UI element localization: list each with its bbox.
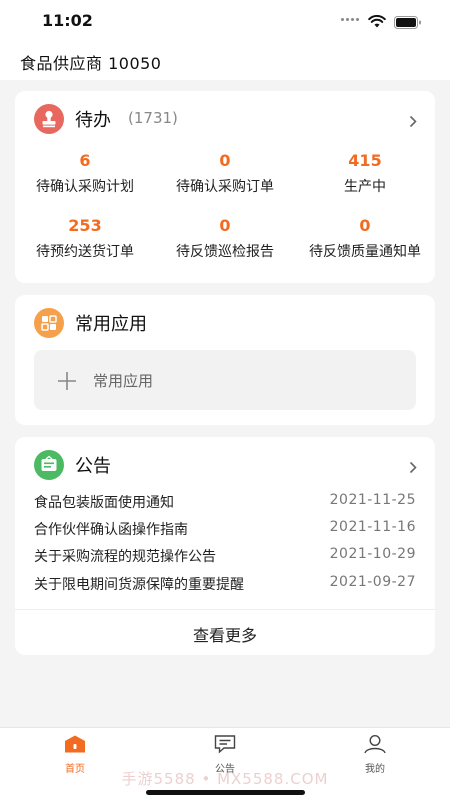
apps-card: 常用应用 常用应用 — [15, 295, 435, 425]
notice-board-icon — [34, 450, 64, 480]
notice-item-date: 2021-11-25 — [329, 492, 416, 508]
supplier-title: 食品供应商 10050 — [20, 54, 162, 73]
stat-label: 待反馈巡检报告 — [176, 244, 274, 260]
stat-value: 415 — [348, 151, 382, 170]
stat-in-production[interactable]: 415 生产中 — [295, 151, 435, 196]
plus-icon — [56, 370, 78, 396]
signal-icon — [341, 18, 361, 24]
apps-title: 常用应用 — [75, 314, 147, 335]
notice-item-date: 2021-11-16 — [329, 519, 416, 535]
home-icon — [65, 735, 85, 753]
notice-item-date: 2021-09-27 — [329, 574, 416, 590]
add-app-button[interactable]: 常用应用 — [34, 350, 416, 410]
stat-pending-order[interactable]: 0 待确认采购订单 — [155, 151, 295, 196]
stat-pending-inspection[interactable]: 0 待反馈巡检报告 — [155, 216, 295, 261]
notice-title: 公告 — [75, 456, 111, 477]
stat-value: 6 — [79, 151, 91, 170]
stat-value: 0 — [219, 216, 231, 235]
notice-item-title: 食品包装版面使用通知 — [34, 495, 174, 511]
divider — [15, 609, 435, 610]
wifi-icon — [368, 13, 386, 32]
stat-pending-quality[interactable]: 0 待反馈质量通知单 — [295, 216, 435, 261]
todo-chevron-right-icon[interactable] — [409, 113, 417, 132]
home-indicator — [146, 790, 305, 795]
stat-value: 0 — [359, 216, 371, 235]
view-more-link[interactable]: 查看更多 — [15, 622, 435, 646]
notice-item[interactable]: 关于限电期间货源保障的重要提醒 2021-09-27 — [34, 574, 416, 594]
stat-label: 待反馈质量通知单 — [309, 244, 421, 260]
page-header: 食品供应商 10050 — [0, 40, 450, 80]
apps-grid-icon — [34, 308, 64, 338]
stat-pending-plan[interactable]: 6 待确认采购计划 — [15, 151, 155, 196]
battery-icon — [394, 14, 422, 33]
stat-label: 待预约送货订单 — [36, 244, 134, 260]
notice-item[interactable]: 关于采购流程的规范操作公告 2021-10-29 — [34, 546, 416, 566]
add-app-label: 常用应用 — [93, 372, 154, 390]
notice-item[interactable]: 食品包装版面使用通知 2021-11-25 — [34, 492, 416, 512]
todo-count: (1731) — [128, 109, 178, 127]
notice-item[interactable]: 合作伙伴确认函操作指南 2021-11-16 — [34, 519, 416, 539]
stat-pending-delivery[interactable]: 253 待预约送货订单 — [15, 216, 155, 261]
watermark-text: 手游5588 • MX5588.COM — [121, 770, 329, 788]
todo-title: 待办 — [75, 110, 111, 131]
status-bar: 11:02 — [0, 0, 450, 40]
notice-chevron-right-icon[interactable] — [409, 459, 417, 478]
user-icon — [364, 734, 386, 754]
stat-label: 生产中 — [344, 179, 386, 195]
notice-item-title: 关于采购流程的规范操作公告 — [34, 549, 216, 565]
stat-label: 待确认采购订单 — [176, 179, 274, 195]
stat-value: 0 — [219, 151, 231, 170]
stat-value: 253 — [68, 216, 102, 235]
notice-item-date: 2021-10-29 — [329, 546, 416, 562]
tab-bar: 首页 公告 我的 手游5588 • MX5588.COM — [0, 727, 450, 800]
todo-card: 待办 (1731) 6 待确认采购计划 0 待确认采购订单 415 生产中 25… — [15, 91, 435, 283]
notice-card: 公告 食品包装版面使用通知 2021-11-25 合作伙伴确认函操作指南 202… — [15, 437, 435, 655]
todo-stamp-icon — [34, 104, 64, 134]
notice-item-title: 关于限电期间货源保障的重要提醒 — [34, 577, 244, 593]
notice-item-title: 合作伙伴确认函操作指南 — [34, 522, 188, 538]
message-icon — [214, 735, 236, 754]
status-time: 11:02 — [42, 11, 93, 30]
stat-label: 待确认采购计划 — [36, 179, 134, 195]
